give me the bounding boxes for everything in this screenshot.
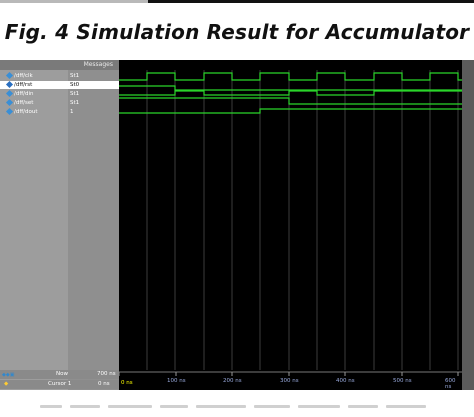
signal-name: /dff/din bbox=[14, 91, 34, 97]
messages-header: Messages bbox=[0, 60, 119, 70]
wave-din bbox=[119, 90, 462, 96]
signal-diamond-icon bbox=[5, 71, 14, 80]
tick-label: 500 ns bbox=[393, 378, 412, 384]
wave-window: Messages /dff/clk St1 /dff/rst St0 /dff/… bbox=[0, 60, 474, 390]
signal-diamond-icon bbox=[5, 107, 14, 116]
now-label: Now bbox=[56, 371, 68, 377]
signal-name: /dff/dout bbox=[14, 109, 38, 115]
cursor-tag[interactable]: 0 ns bbox=[121, 380, 133, 386]
wave-dout bbox=[119, 108, 462, 114]
cropped-footer-text bbox=[0, 400, 474, 417]
toolbar-mini-icons[interactable]: ◆◆▣ bbox=[2, 371, 14, 380]
cursor-lock-icon[interactable]: ◆ bbox=[4, 380, 8, 389]
wave-set bbox=[119, 97, 462, 105]
now-value: 700 ns bbox=[97, 371, 116, 377]
signal-value: St1 bbox=[70, 73, 80, 79]
wave-clk bbox=[119, 72, 462, 81]
tick-label: 100 ns bbox=[167, 378, 186, 384]
cursor-label: Cursor 1 bbox=[48, 381, 72, 387]
signal-diamond-icon bbox=[5, 98, 14, 107]
signal-row[interactable]: /dff/clk St1 bbox=[0, 71, 119, 80]
cursor-value: 0 ns bbox=[98, 381, 110, 387]
waveform-area[interactable] bbox=[119, 60, 462, 390]
signal-value: St1 bbox=[70, 91, 80, 97]
signal-row-selected[interactable]: /dff/rst St0 bbox=[0, 80, 119, 89]
tick-label: 200 ns bbox=[223, 378, 242, 384]
toolbar-remnant-right bbox=[148, 0, 474, 3]
waveform-canvas bbox=[119, 70, 462, 370]
bottom-scroll-corner bbox=[462, 370, 474, 389]
tick-label: 400 ns bbox=[336, 378, 355, 384]
signal-row[interactable]: /dff/din St1 bbox=[0, 89, 119, 98]
toolbar-remnant-left bbox=[0, 0, 148, 3]
cursor-row[interactable]: ◆ Cursor 1 0 ns bbox=[0, 380, 119, 389]
time-ruler[interactable]: 100 ns 200 ns 300 ns 400 ns 500 ns 600 n… bbox=[118, 370, 462, 390]
signal-value: St0 bbox=[70, 82, 80, 88]
signal-row[interactable]: /dff/set St1 bbox=[0, 98, 119, 107]
grid-lines bbox=[146, 70, 459, 370]
signal-name: /dff/clk bbox=[14, 73, 33, 79]
signal-name: /dff/set bbox=[14, 100, 34, 106]
tick-label: 300 ns bbox=[280, 378, 299, 384]
vertical-scrollbar[interactable] bbox=[462, 60, 474, 390]
time-status-area: ◆◆▣ Now 700 ns ◆ Cursor 1 0 ns 100 ns 20… bbox=[0, 370, 474, 392]
top-strip bbox=[0, 0, 474, 4]
signal-diamond-icon bbox=[5, 80, 14, 89]
wave-rst bbox=[119, 85, 462, 91]
signal-diamond-icon bbox=[5, 89, 14, 98]
signal-name: /dff/rst bbox=[14, 82, 33, 88]
now-row: ◆◆▣ Now 700 ns bbox=[0, 370, 119, 379]
figure-caption: Fig. 4 Simulation Result for Accumulator bbox=[4, 20, 470, 44]
signal-waveforms bbox=[119, 72, 462, 114]
tick-label: 600 ns bbox=[445, 378, 456, 390]
signal-value: St1 bbox=[70, 100, 80, 106]
signal-row[interactable]: /dff/dout 1 bbox=[0, 107, 119, 116]
signal-value: 1 bbox=[70, 109, 74, 115]
